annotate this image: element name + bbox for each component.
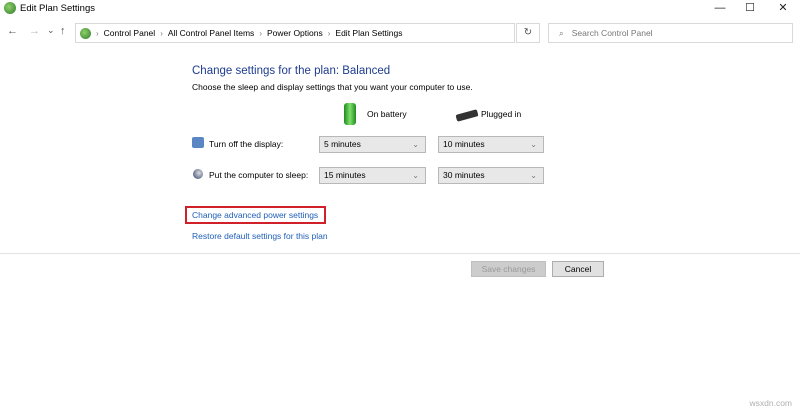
watermark: wsxdn.com [749, 398, 792, 408]
cancel-button[interactable]: Cancel [552, 261, 604, 277]
selected-value: 10 minutes [443, 139, 485, 149]
on-battery-header: On battery [367, 109, 407, 119]
search-icon: ⌕ [559, 27, 564, 38]
chevron-down-icon: ⌄ [530, 171, 537, 180]
breadcrumb-separator: › [327, 28, 331, 38]
sleep-plugged-select[interactable]: 30 minutes ⌄ [438, 167, 544, 184]
control-panel-icon [80, 27, 91, 39]
display-plugged-select[interactable]: 10 minutes ⌄ [438, 136, 544, 153]
breadcrumb-power-options[interactable]: Power Options [267, 28, 323, 38]
breadcrumb-separator: › [96, 28, 99, 38]
breadcrumb-edit-plan[interactable]: Edit Plan Settings [335, 28, 402, 38]
page-subtitle: Choose the sleep and display settings th… [192, 82, 473, 92]
close-button[interactable]: ✕ [763, 0, 800, 16]
search-input[interactable]: ⌕ Search Control Panel [548, 23, 793, 43]
selected-value: 30 minutes [443, 170, 485, 180]
restore-defaults-link[interactable]: Restore default settings for this plan [192, 231, 328, 241]
sleep-battery-select[interactable]: 15 minutes ⌄ [319, 167, 426, 184]
chevron-down-icon: ⌄ [412, 140, 419, 149]
recent-locations-button[interactable]: ⌄ [47, 25, 55, 36]
save-changes-button[interactable]: Save changes [471, 261, 546, 277]
breadcrumb-all-items[interactable]: All Control Panel Items [168, 28, 254, 38]
display-icon [192, 137, 204, 148]
search-placeholder: Search Control Panel [571, 28, 653, 38]
chevron-down-icon: ⌄ [412, 171, 419, 180]
selected-value: 15 minutes [324, 170, 366, 180]
breadcrumb-control-panel[interactable]: Control Panel [104, 28, 156, 38]
window-title: Edit Plan Settings [20, 3, 95, 14]
app-icon [4, 2, 16, 14]
page-title: Change settings for the plan: Balanced [192, 65, 391, 77]
forward-button[interactable]: → [29, 25, 40, 37]
address-bar[interactable]: › Control Panel › All Control Panel Item… [75, 23, 515, 43]
advanced-settings-link[interactable]: Change advanced power settings [192, 210, 318, 220]
up-button[interactable]: ↑ [60, 25, 66, 37]
back-button[interactable]: ← [7, 25, 18, 37]
refresh-button[interactable]: ↻ [516, 23, 540, 43]
plugged-in-header: Plugged in [481, 109, 522, 119]
selected-value: 5 minutes [324, 139, 361, 149]
breadcrumb-separator: › [160, 28, 163, 38]
display-label: Turn off the display: [209, 139, 284, 149]
divider [0, 253, 800, 254]
display-battery-select[interactable]: 5 minutes ⌄ [319, 136, 426, 153]
battery-icon [344, 103, 356, 125]
breadcrumb-separator: › [259, 28, 262, 38]
sleep-label: Put the computer to sleep: [209, 170, 309, 180]
chevron-down-icon: ⌄ [530, 140, 537, 149]
plug-icon [455, 109, 479, 122]
sleep-icon [193, 169, 203, 179]
